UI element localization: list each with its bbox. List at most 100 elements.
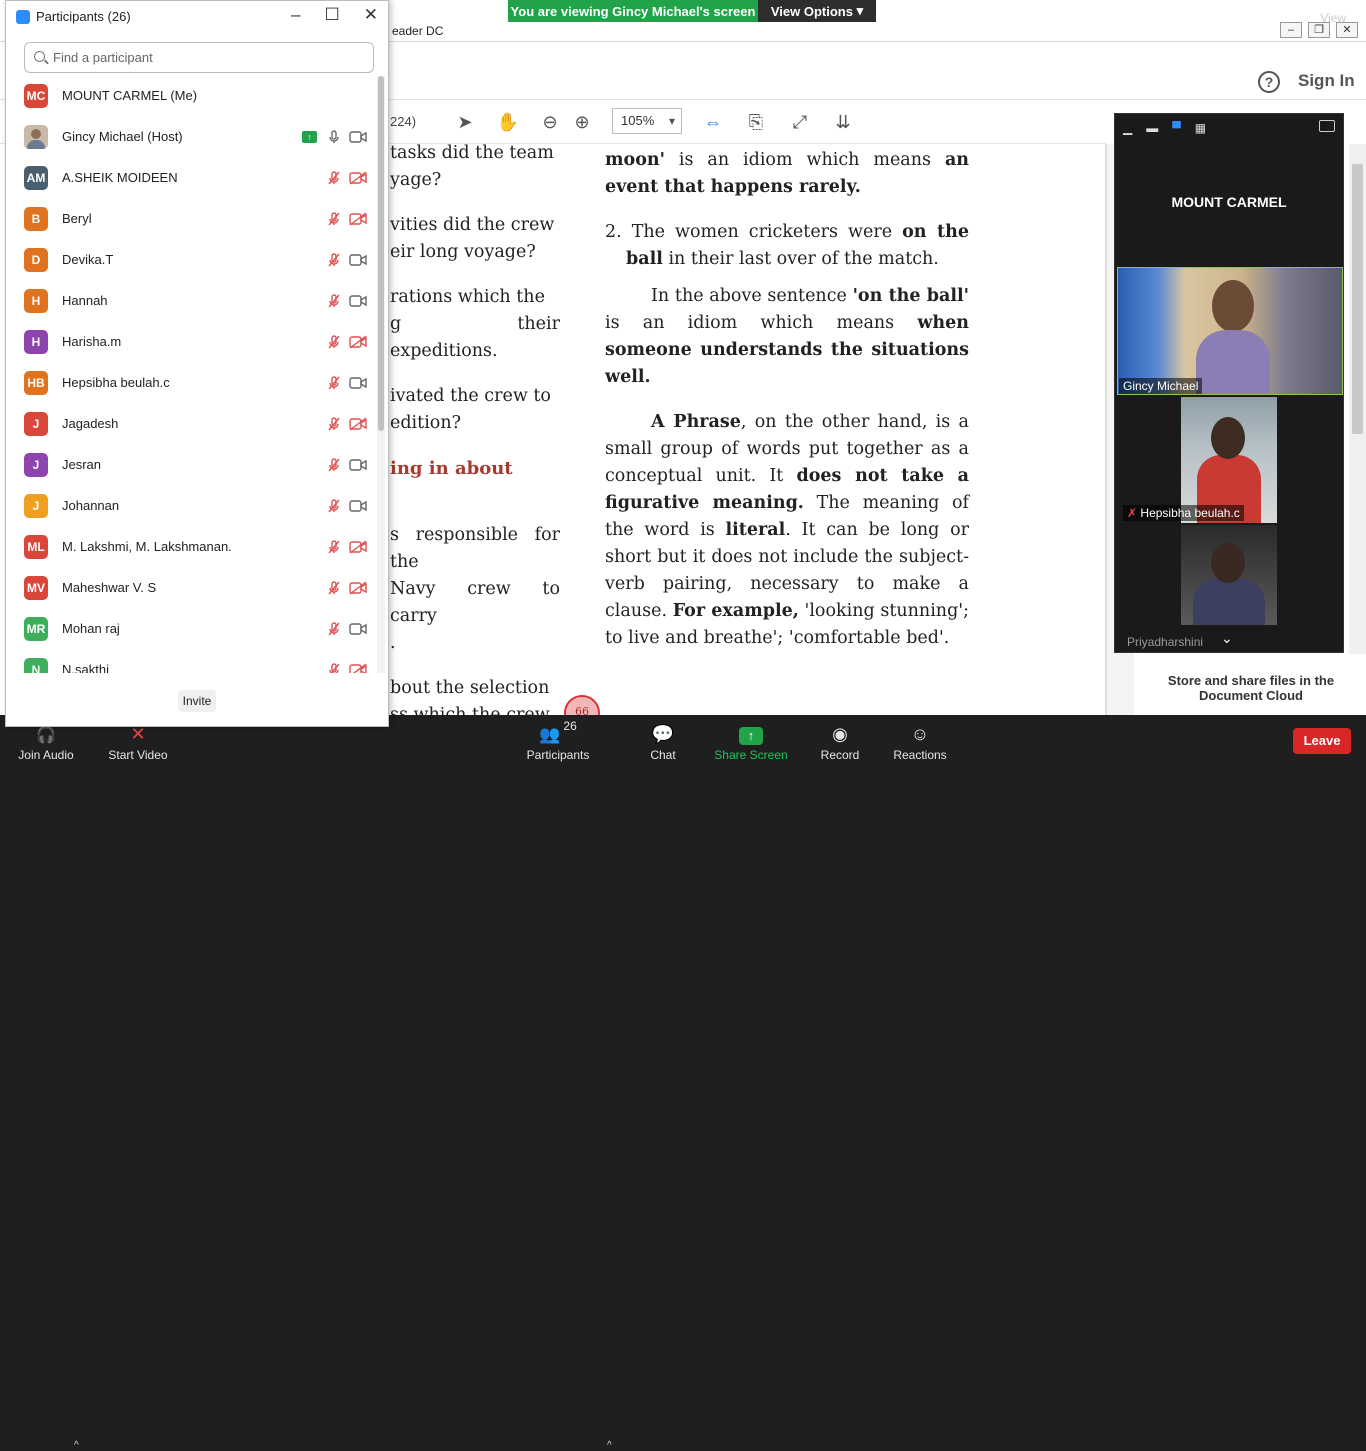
participant-row[interactable]: J Johannan bbox=[6, 486, 376, 527]
avatar bbox=[24, 125, 48, 149]
search-placeholder: Find a participant bbox=[53, 50, 153, 65]
participant-name: Maheshwar V. S bbox=[62, 580, 157, 595]
video-off-icon bbox=[349, 663, 367, 673]
participant-row[interactable]: HB Hepsibha beulah.c bbox=[6, 363, 376, 404]
participant-row[interactable]: MC MOUNT CARMEL (Me) bbox=[6, 76, 376, 117]
view-options-button[interactable]: View Options ▾ bbox=[758, 0, 876, 22]
minimize-icon: – bbox=[1280, 22, 1302, 38]
avatar: J bbox=[24, 453, 48, 477]
avatar: MV bbox=[24, 576, 48, 600]
search-icon bbox=[34, 51, 45, 62]
minimize-video-icon[interactable]: ▁ bbox=[1123, 121, 1132, 135]
self-video-name: MOUNT CARMEL bbox=[1171, 194, 1287, 210]
video-tile[interactable] bbox=[1117, 267, 1343, 395]
zoom-level-select: 105% bbox=[612, 108, 682, 134]
participant-row[interactable]: ML M. Lakshmi, M. Lakshmanan. bbox=[6, 527, 376, 568]
participant-row[interactable]: Gincy Michael (Host) ↑ bbox=[6, 117, 376, 158]
doc-para-1: moon' is an idiom which means an event t… bbox=[605, 150, 969, 197]
avatar: ML bbox=[24, 535, 48, 559]
scroll-mode-icon: ⇊ bbox=[835, 111, 851, 132]
video-off-icon bbox=[349, 171, 367, 185]
document-cloud-promo: Store and share files in the Document Cl… bbox=[1167, 673, 1335, 703]
participant-name: Mohan raj bbox=[62, 621, 120, 636]
hide-video-icon[interactable]: ▬ bbox=[1146, 121, 1158, 135]
video-off-icon bbox=[349, 212, 367, 226]
audio-options-caret[interactable]: ^ bbox=[74, 1440, 79, 1451]
mic-muted-icon bbox=[326, 211, 342, 227]
mic-muted-icon bbox=[326, 580, 342, 596]
avatar: J bbox=[24, 494, 48, 518]
participant-row[interactable]: MR Mohan raj bbox=[6, 609, 376, 650]
doc-left-heading: ing in about bbox=[390, 458, 513, 479]
viewing-banner: You are viewing Gincy Michael's screen bbox=[508, 0, 758, 22]
mic-muted-icon bbox=[326, 293, 342, 309]
participant-row[interactable]: N N.sakthi bbox=[6, 650, 376, 673]
speaker-view-icon[interactable]: ▀ bbox=[1172, 121, 1181, 135]
video-tile-label: Gincy Michael bbox=[1119, 378, 1203, 394]
invite-button[interactable]: Invite bbox=[178, 690, 216, 712]
video-icon bbox=[349, 130, 367, 144]
maximize-icon[interactable]: ☐ bbox=[325, 5, 340, 25]
sign-in-link: Sign In bbox=[1298, 71, 1355, 90]
chat-icon: 💬 bbox=[651, 724, 675, 744]
video-tile[interactable] bbox=[1181, 525, 1277, 625]
participant-row[interactable]: D Devika.T bbox=[6, 240, 376, 281]
video-icon bbox=[349, 622, 367, 636]
zoom-in-icon: ⊕ bbox=[574, 111, 590, 132]
view-label[interactable]: View bbox=[1320, 11, 1346, 25]
zoom-out-icon: ⊖ bbox=[542, 111, 558, 132]
participant-search-input[interactable]: Find a participant bbox=[24, 42, 374, 73]
sharing-screen-icon: ↑ bbox=[302, 131, 317, 143]
participant-row[interactable]: AM A.SHEIK MOIDEEN bbox=[6, 158, 376, 199]
select-cursor-icon: ➤ bbox=[457, 111, 473, 132]
avatar: N bbox=[24, 658, 48, 673]
avatar: HB bbox=[24, 371, 48, 395]
close-icon[interactable]: ✕ bbox=[364, 5, 378, 25]
reactions-icon: ☺ bbox=[910, 724, 930, 744]
mic-muted-icon bbox=[326, 416, 342, 432]
share-screen-button[interactable]: ↑ Share Screen bbox=[712, 715, 790, 768]
video-off-icon bbox=[349, 540, 367, 554]
participant-row[interactable]: MV Maheshwar V. S bbox=[6, 568, 376, 609]
mic-muted-icon bbox=[326, 498, 342, 514]
participant-name: A.SHEIK MOIDEEN bbox=[62, 170, 178, 185]
video-icon bbox=[349, 253, 367, 267]
reactions-button[interactable]: ☺ Reactions bbox=[886, 715, 954, 768]
participants-options-caret[interactable]: ^ bbox=[607, 1440, 612, 1451]
mic-icon bbox=[326, 129, 342, 145]
record-button[interactable]: ◉ Record bbox=[806, 715, 874, 768]
gallery-view-icon[interactable]: ▦ bbox=[1195, 121, 1206, 135]
right-scrollbar bbox=[1349, 144, 1366, 654]
video-icon bbox=[349, 499, 367, 513]
participant-row[interactable]: B Beryl bbox=[6, 199, 376, 240]
full-screen-icon: ⤢ bbox=[792, 111, 808, 132]
participant-name: Jagadesh bbox=[62, 416, 119, 431]
video-gallery: ▁ ▬ ▀ ▦ MOUNT CARMEL Gincy Michael ✗ Hep… bbox=[1114, 113, 1344, 653]
participant-list-scrollbar[interactable] bbox=[377, 76, 385, 673]
participant-name: Harisha.m bbox=[62, 334, 122, 349]
help-icon: ? bbox=[1258, 71, 1280, 93]
chat-button[interactable]: 💬 Chat bbox=[630, 715, 696, 768]
avatar: MR bbox=[24, 617, 48, 641]
scroll-down-icon[interactable]: ⌄ bbox=[1221, 630, 1233, 647]
avatar: J bbox=[24, 412, 48, 436]
fit-width-icon: ⇔ bbox=[704, 111, 722, 132]
video-icon bbox=[349, 458, 367, 472]
avatar: D bbox=[24, 248, 48, 272]
participant-row[interactable]: J Jesran bbox=[6, 445, 376, 486]
participants-button[interactable]: 👥 26 Participants bbox=[520, 715, 596, 768]
participants-title: Participants (26) bbox=[36, 9, 131, 24]
doc-para-2: 2. The women cricketers were on the ball… bbox=[605, 222, 969, 269]
acrobat-title: eader DC bbox=[392, 24, 444, 38]
participant-name: Hannah bbox=[62, 293, 108, 308]
participant-row[interactable]: H Harisha.m bbox=[6, 322, 376, 363]
participant-row[interactable]: H Hannah bbox=[6, 281, 376, 322]
doc-left-line: tasks did the team yage? bbox=[390, 143, 554, 190]
exit-floating-icon[interactable] bbox=[1319, 120, 1335, 132]
video-icon bbox=[349, 376, 367, 390]
leave-button[interactable]: Leave bbox=[1293, 728, 1351, 754]
avatar: AM bbox=[24, 166, 48, 190]
participant-row[interactable]: J Jagadesh bbox=[6, 404, 376, 445]
minimize-icon[interactable]: – bbox=[291, 5, 300, 25]
participant-name: N.sakthi bbox=[62, 662, 109, 673]
